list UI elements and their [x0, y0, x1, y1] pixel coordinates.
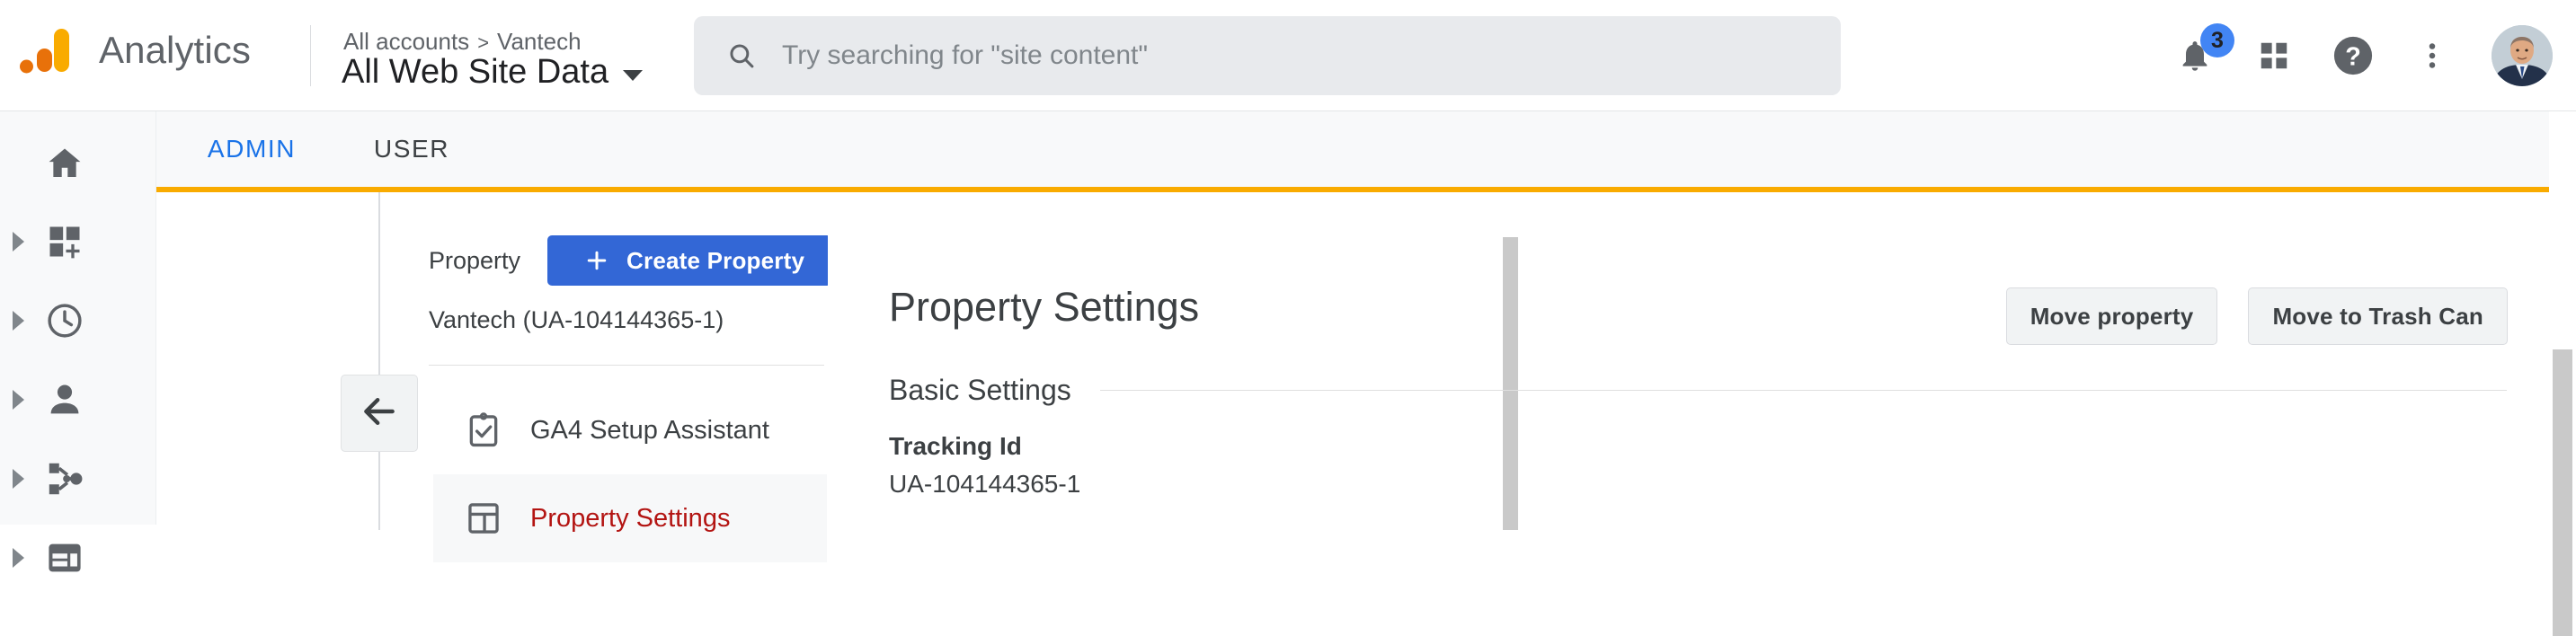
avatar[interactable]: [2492, 25, 2553, 86]
property-menu-item-label: Property Settings: [530, 504, 731, 533]
svg-text:?: ?: [2345, 43, 2361, 72]
expand-arrow-icon[interactable]: [13, 469, 24, 489]
expand-arrow-icon[interactable]: [13, 232, 24, 252]
clipboard-check-icon: [464, 411, 503, 450]
brand-title: Analytics: [99, 29, 251, 71]
brand-divider: [310, 25, 311, 86]
top-app-bar: Analytics All accounts > Vantech All Web S…: [0, 0, 2576, 111]
property-column: Property Create Property Vantech (UA-104…: [429, 192, 832, 562]
search-bar[interactable]: [694, 16, 1841, 95]
home-icon: [44, 143, 85, 184]
create-property-button[interactable]: Create Property: [547, 235, 832, 286]
behavior-layout-icon: [44, 537, 85, 579]
tab-user-label: USER: [373, 135, 450, 163]
plus-icon: [583, 247, 610, 274]
header-actions: 3 ?: [2155, 20, 2553, 92]
search-icon: [726, 40, 757, 71]
tab-user[interactable]: USER: [349, 111, 475, 187]
sidebar-item-realtime[interactable]: [0, 285, 156, 357]
basic-settings-section-header: Basic Settings: [889, 372, 2507, 408]
section-title: Basic Settings: [889, 374, 1071, 406]
help-circle-icon[interactable]: ?: [2314, 20, 2393, 92]
sidebar-item-home[interactable]: [0, 128, 156, 199]
property-settings-layout-icon: [464, 499, 503, 538]
property-menu-item-ga4-setup-assistant[interactable]: GA4 Setup Assistant: [433, 386, 827, 474]
sidebar-item-behavior[interactable]: [0, 522, 156, 594]
collapse-panel-button[interactable]: [341, 375, 418, 452]
admin-content-area: Property Create Property Vantech (UA-104…: [156, 187, 2576, 562]
admin-user-tabstrip: ADMIN USER: [156, 111, 2576, 187]
audience-person-icon: [44, 379, 85, 420]
view-name: All Web Site Data: [342, 53, 609, 91]
sidebar-item-acquisition[interactable]: [0, 443, 156, 515]
property-menu-item-property-settings[interactable]: Property Settings: [433, 474, 827, 562]
left-nav-rail: [0, 111, 156, 572]
page-scrollbar-track[interactable]: [2549, 111, 2576, 636]
sidebar-item-audience[interactable]: [0, 364, 156, 436]
analytics-bars-logo: [20, 25, 84, 75]
page-title: Property Settings: [889, 284, 1200, 330]
apps-grid-icon[interactable]: [2234, 20, 2314, 92]
arrow-left-icon: [360, 392, 399, 436]
expand-arrow-icon[interactable]: [13, 390, 24, 410]
notifications-bell-icon[interactable]: 3: [2155, 20, 2234, 92]
notification-badge: 3: [2200, 23, 2234, 57]
property-panel-scrollbar-track[interactable]: [828, 192, 1518, 530]
property-column-label: Property: [429, 247, 521, 274]
acquisition-share-icon: [44, 458, 85, 499]
move-to-trash-can-button[interactable]: Move to Trash Can: [2248, 287, 2508, 345]
tab-admin-label: ADMIN: [207, 135, 297, 163]
pane-header-actions: Move property Move to Trash Can: [2005, 287, 2508, 345]
property-column-header: Property Create Property: [429, 235, 832, 286]
chevron-down-icon: [623, 70, 644, 81]
create-property-label: Create Property: [626, 246, 805, 274]
sidebar-item-customization[interactable]: [0, 206, 156, 278]
realtime-clock-icon: [44, 300, 85, 341]
property-settings-pane: Property Settings Move property Move to …: [866, 192, 2576, 530]
tracking-id-value: UA-104144365-1: [889, 470, 1081, 498]
move-property-button[interactable]: Move property: [2005, 287, 2218, 345]
tab-admin[interactable]: ADMIN: [180, 111, 324, 187]
tracking-id-label: Tracking Id: [889, 432, 1022, 460]
page-scrollbar-thumb[interactable]: [2553, 349, 2572, 636]
selected-property-name[interactable]: Vantech (UA-104144365-1): [429, 305, 724, 335]
more-vert-icon[interactable]: [2393, 20, 2472, 92]
search-input[interactable]: [782, 38, 1771, 74]
property-divider: [429, 365, 824, 366]
panel-divider: [378, 192, 380, 530]
expand-arrow-icon[interactable]: [13, 548, 24, 568]
customization-grid-plus-icon: [44, 221, 85, 262]
section-rule: [1099, 389, 2507, 391]
expand-arrow-icon[interactable]: [13, 311, 24, 331]
property-menu-item-label: GA4 Setup Assistant: [530, 416, 769, 445]
view-selector[interactable]: All Web Site Data: [342, 50, 644, 93]
